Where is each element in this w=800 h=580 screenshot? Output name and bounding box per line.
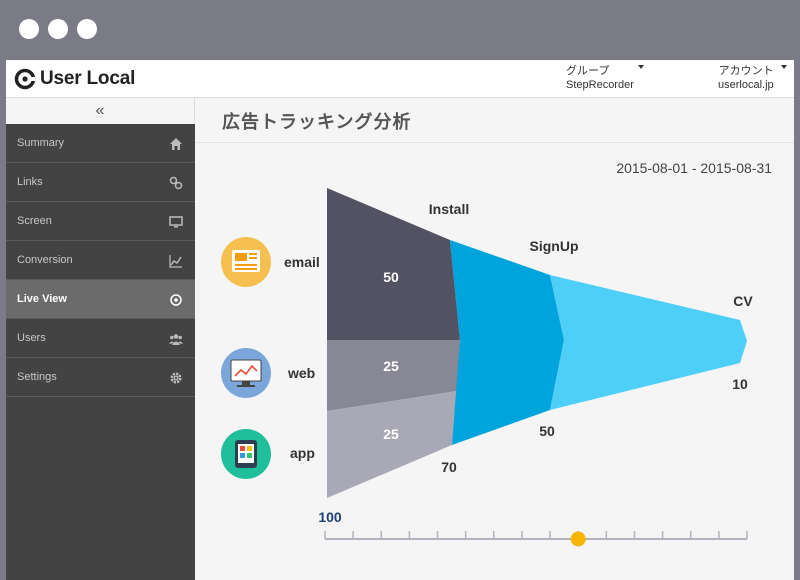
window-controls xyxy=(19,19,97,39)
source-value-app: 25 xyxy=(383,426,399,442)
funnel-segment-signup[interactable] xyxy=(450,240,564,445)
app-window: User Local グループ StepRecorder アカウント userl… xyxy=(6,60,794,580)
web-icon xyxy=(221,348,271,398)
source-value-email: 50 xyxy=(383,269,399,285)
stage-label-signup: SignUp xyxy=(530,238,579,254)
source-value-web: 25 xyxy=(383,358,399,374)
source-label-email: email xyxy=(284,254,320,270)
total-label-start: 100 xyxy=(318,509,342,525)
slider-ticks xyxy=(324,531,748,539)
total-label-install: 70 xyxy=(441,459,457,475)
app-icon xyxy=(221,429,271,479)
funnel-segment-cv[interactable] xyxy=(550,275,747,410)
window-dot-minimize[interactable] xyxy=(48,19,68,39)
source-label-web: web xyxy=(287,365,315,381)
total-label-signup: 50 xyxy=(539,423,555,439)
time-slider[interactable] xyxy=(324,531,748,547)
source-label-app: app xyxy=(290,445,315,461)
window-dot-close[interactable] xyxy=(19,19,39,39)
stage-label-cv: CV xyxy=(733,293,753,309)
email-icon xyxy=(221,237,271,287)
funnel-chart: 50 25 25 Install SignUp CV 100 70 50 10 xyxy=(221,188,753,547)
window-dot-maximize[interactable] xyxy=(77,19,97,39)
slider-handle[interactable] xyxy=(570,531,586,547)
stage-label-install: Install xyxy=(429,201,469,217)
total-label-cv: 10 xyxy=(732,376,748,392)
